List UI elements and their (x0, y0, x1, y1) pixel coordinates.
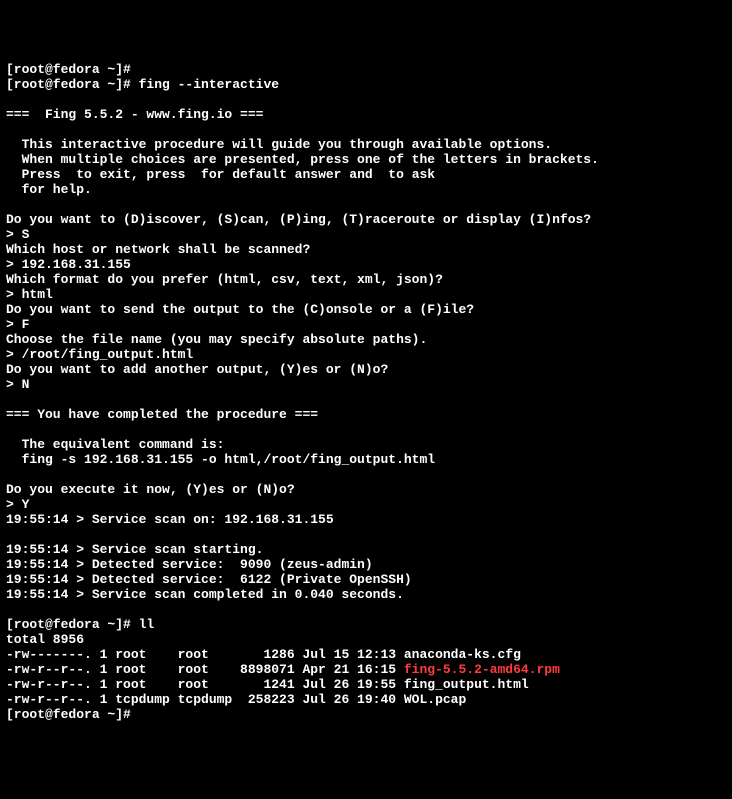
terminal-line: fing -s 192.168.31.155 -o html,/root/fin… (6, 452, 726, 467)
terminal-line: 19:55:14 > Service scan starting. (6, 542, 726, 557)
terminal-line: === You have completed the procedure === (6, 407, 726, 422)
terminal-line: [root@fedora ~]# (6, 62, 726, 77)
terminal-line: > 192.168.31.155 (6, 257, 726, 272)
terminal-line: Do you want to add another output, (Y)es… (6, 362, 726, 377)
terminal-line: When multiple choices are presented, pre… (6, 152, 726, 167)
terminal-line: The equivalent command is: (6, 437, 726, 452)
terminal-line: Do you want to (D)iscover, (S)can, (P)in… (6, 212, 726, 227)
terminal-line (6, 92, 726, 107)
terminal-line: > /root/fing_output.html (6, 347, 726, 362)
terminal-segment: fing-5.5.2-amd64.rpm (404, 662, 560, 677)
terminal-line: Press to exit, press for default answer … (6, 167, 726, 182)
terminal-line: -rw-r--r--. 1 root root 1241 Jul 26 19:5… (6, 677, 726, 692)
terminal-line: for help. (6, 182, 726, 197)
terminal-line: 19:55:14 > Service scan completed in 0.0… (6, 587, 726, 602)
terminal-line: Which host or network shall be scanned? (6, 242, 726, 257)
terminal-line (6, 197, 726, 212)
terminal-line (6, 527, 726, 542)
terminal-line: Choose the file name (you may specify ab… (6, 332, 726, 347)
terminal-line: -rw-r--r--. 1 tcpdump tcpdump 258223 Jul… (6, 692, 726, 707)
terminal-line: > S (6, 227, 726, 242)
terminal-line: > N (6, 377, 726, 392)
terminal-line: [root@fedora ~]# (6, 707, 726, 722)
terminal-line: === Fing 5.5.2 - www.fing.io === (6, 107, 726, 122)
terminal-line: Which format do you prefer (html, csv, t… (6, 272, 726, 287)
terminal-line: 19:55:14 > Detected service: 6122 (Priva… (6, 572, 726, 587)
terminal-line (6, 602, 726, 617)
terminal-line: 19:55:14 > Service scan on: 192.168.31.1… (6, 512, 726, 527)
terminal-line: 19:55:14 > Detected service: 9090 (zeus-… (6, 557, 726, 572)
terminal-line: Do you execute it now, (Y)es or (N)o? (6, 482, 726, 497)
terminal-line: total 8956 (6, 632, 726, 647)
terminal-line: [root@fedora ~]# ll (6, 617, 726, 632)
terminal-line (6, 122, 726, 137)
terminal-segment: -rw-r--r--. 1 root root 8898071 Apr 21 1… (6, 662, 404, 677)
terminal-line (6, 392, 726, 407)
terminal-line: Do you want to send the output to the (C… (6, 302, 726, 317)
terminal-line: [root@fedora ~]# fing --interactive (6, 77, 726, 92)
terminal-line: > F (6, 317, 726, 332)
terminal-line: > html (6, 287, 726, 302)
terminal-line: -rw-------. 1 root root 1286 Jul 15 12:1… (6, 647, 726, 662)
terminal-output[interactable]: [root@fedora ~]#[root@fedora ~]# fing --… (0, 60, 732, 724)
terminal-line: -rw-r--r--. 1 root root 8898071 Apr 21 1… (6, 662, 726, 677)
terminal-line: This interactive procedure will guide yo… (6, 137, 726, 152)
terminal-line: > Y (6, 497, 726, 512)
terminal-line (6, 467, 726, 482)
terminal-line (6, 422, 726, 437)
